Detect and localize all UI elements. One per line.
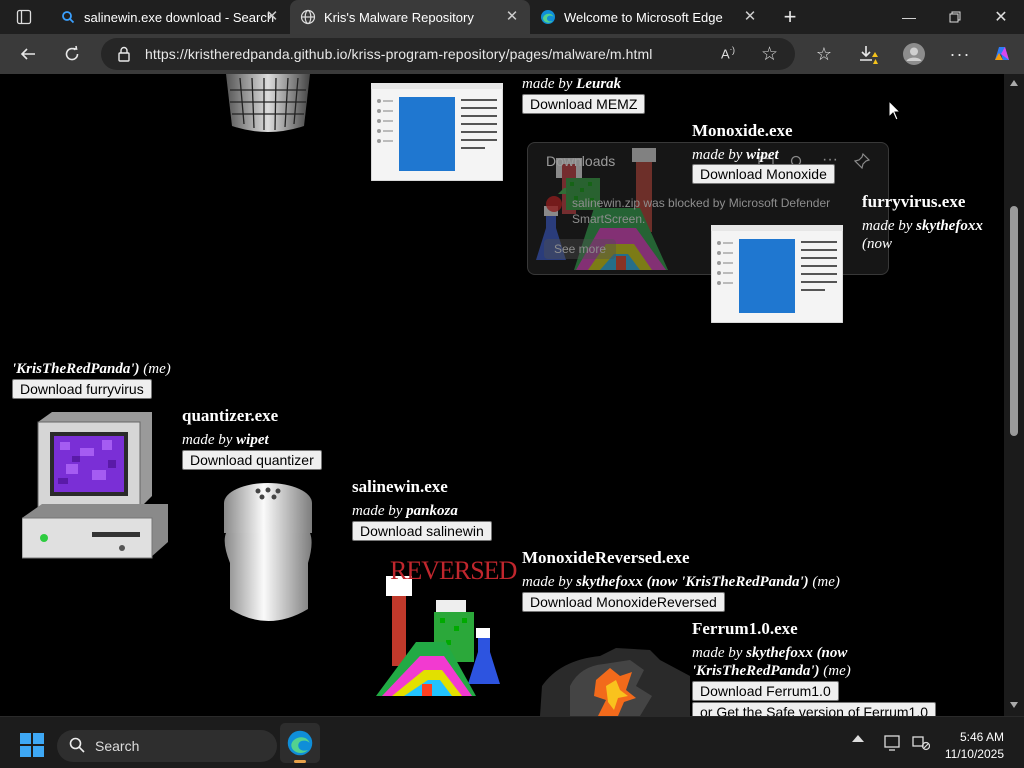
- scrollbar-thumb[interactable]: [1010, 206, 1018, 436]
- blocked-message: salinewin.zip was blocked by Microsoft D…: [572, 196, 831, 226]
- close-tab-icon[interactable]: ✕: [742, 9, 758, 25]
- download-furryvirus-button[interactable]: Download furryvirus: [12, 379, 152, 399]
- download-memz-button[interactable]: Download MEMZ: [522, 94, 646, 114]
- lock-icon[interactable]: [117, 46, 131, 62]
- more-options-icon[interactable]: ···: [944, 38, 976, 70]
- back-icon[interactable]: [12, 38, 44, 70]
- display-icon[interactable]: [884, 735, 902, 756]
- scroll-down-icon[interactable]: [1010, 702, 1018, 708]
- program-screenshot-image: [711, 225, 843, 323]
- edge-logo-icon: [540, 9, 556, 25]
- tab-search[interactable]: salinewin.exe download - Search ✕: [50, 0, 290, 34]
- globe-icon: [300, 9, 316, 25]
- close-tab-icon[interactable]: ✕: [504, 9, 520, 25]
- read-aloud-icon[interactable]: Aᐧ): [721, 45, 735, 61]
- salt-shaker-image: [224, 483, 312, 621]
- salinewin-author: made by pankoza: [352, 503, 458, 519]
- download-salinewin-button[interactable]: Download salinewin: [352, 521, 492, 541]
- windows-start-icon[interactable]: [20, 733, 44, 757]
- network-icon[interactable]: [912, 735, 931, 756]
- profile-avatar-icon[interactable]: [898, 38, 930, 70]
- close-tab-icon[interactable]: ✕: [264, 9, 280, 25]
- search-icon: [60, 9, 76, 25]
- tab-welcome-edge[interactable]: Welcome to Microsoft Edge ✕: [530, 0, 768, 34]
- reversed-label: REVERSED: [390, 556, 517, 585]
- quantizer-title: quantizer.exe: [182, 406, 279, 425]
- safe-ferrum-button[interactable]: or Get the Safe version of Ferrum1.0: [692, 702, 936, 716]
- downloads-panel-title: Downloads: [546, 153, 616, 169]
- download-quantizer-button[interactable]: Download quantizer: [182, 450, 322, 470]
- trash-can-image: [226, 74, 310, 132]
- taskbar: Search 5:46 AM 11/10/2025: [0, 716, 1024, 768]
- furryvirus-title: furryvirus.exe: [862, 192, 966, 211]
- search-icon: [69, 737, 85, 756]
- taskbar-search[interactable]: Search: [57, 730, 277, 762]
- copilot-icon[interactable]: [986, 38, 1018, 70]
- tab-actions-icon[interactable]: [8, 1, 40, 33]
- show-hidden-icons-icon[interactable]: [852, 735, 864, 742]
- quantizer-author: made by wipet: [182, 432, 269, 448]
- close-window-icon[interactable]: ✕: [978, 0, 1024, 34]
- ferrum-title: Ferrum1.0.exe: [692, 619, 798, 638]
- blocked-icon: [546, 196, 562, 212]
- refresh-icon[interactable]: [56, 38, 88, 70]
- address-bar[interactable]: https://kristheredpanda.github.io/kriss-…: [101, 38, 795, 70]
- favorites-icon[interactable]: ☆: [808, 38, 840, 70]
- tab-title: Welcome to Microsoft Edge: [564, 9, 723, 25]
- monoxidereversed-image: REVERSED: [376, 556, 517, 698]
- taskbar-search-placeholder: Search: [95, 738, 140, 754]
- ferrum-author: made by skythefoxx (now 'KrisTheRedPanda'…: [692, 645, 851, 679]
- restore-icon[interactable]: [932, 0, 978, 34]
- system-clock[interactable]: 5:46 AM 11/10/2025: [945, 729, 1004, 763]
- monoxidereversed-title: MonoxideReversed.exe: [522, 548, 690, 567]
- download-monoxide-button[interactable]: Download Monoxide: [692, 164, 835, 184]
- monoxide-title: Monoxide.exe: [692, 121, 793, 140]
- download-ferrum-button[interactable]: Download Ferrum1.0: [692, 681, 839, 701]
- tab-malware-repository[interactable]: Kris's Malware Repository ✕: [290, 0, 530, 34]
- pin-icon[interactable]: [853, 152, 871, 174]
- page-scrollbar[interactable]: [1004, 74, 1024, 716]
- minimize-icon[interactable]: —: [886, 0, 932, 34]
- see-more-link[interactable]: See more: [544, 239, 617, 259]
- active-app-indicator: [294, 760, 306, 763]
- monoxidereversed-author: made by skythefoxx (now 'KrisTheRedPanda…: [522, 574, 840, 590]
- memz-author: made by Leurak: [522, 76, 622, 92]
- monoxide-author: made by wipet: [692, 147, 779, 163]
- download-monoxidereversed-button[interactable]: Download MonoxideReversed: [522, 592, 725, 612]
- clock-time: 5:46 AM: [959, 730, 1004, 744]
- mouse-cursor-icon: [888, 100, 902, 121]
- computer-image: [22, 412, 168, 559]
- furryvirus-author: made by skythefoxx (now: [862, 218, 983, 252]
- salinewin-title: salinewin.exe: [352, 477, 448, 496]
- scroll-up-icon[interactable]: [1010, 80, 1018, 86]
- downloads-icon[interactable]: [852, 38, 884, 70]
- page-content: made by Leurak Download MEMZ Downloads ·…: [0, 74, 1004, 716]
- navigation-toolbar: https://kristheredpanda.github.io/kriss-…: [0, 34, 1024, 74]
- favorite-star-icon[interactable]: ☆: [761, 43, 778, 66]
- new-tab-icon[interactable]: +: [774, 1, 806, 33]
- furryvirus-author-line2: 'KrisTheRedPanda') (me): [12, 361, 171, 377]
- tab-title: salinewin.exe download - Search: [84, 9, 275, 25]
- tab-bar: salinewin.exe download - Search ✕ Kris's…: [0, 0, 1024, 34]
- program-screenshot-image: [371, 83, 503, 181]
- url-text: https://kristheredpanda.github.io/kriss-…: [145, 46, 653, 62]
- tab-title: Kris's Malware Repository: [324, 9, 474, 25]
- ferrum-image: [540, 648, 690, 716]
- clock-date: 11/10/2025: [944, 747, 1004, 761]
- edge-taskbar-icon[interactable]: [280, 723, 320, 763]
